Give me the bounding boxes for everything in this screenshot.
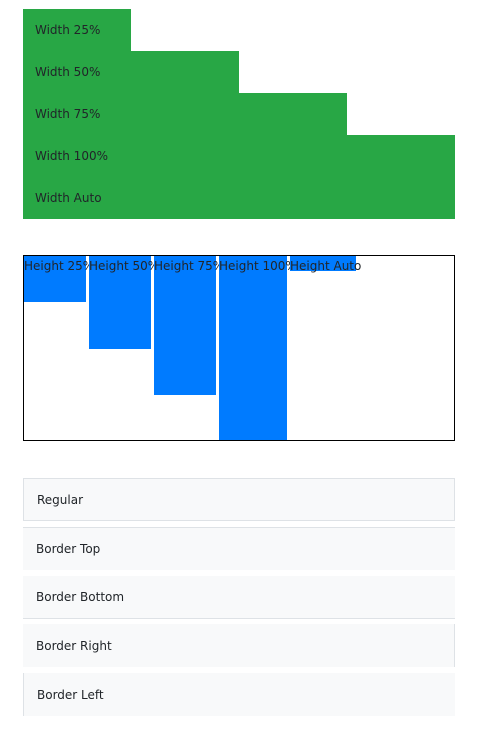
width-25-bar: Width 25%: [23, 9, 131, 51]
width-auto-label: Width Auto: [35, 191, 102, 205]
border-left-item: Border Left: [23, 673, 455, 716]
width-auto-bar: Width Auto: [23, 177, 455, 219]
height-75-label: Height 75%: [154, 259, 225, 273]
height-100-label: Height 100%: [219, 259, 297, 273]
height-demo-section: Height 25% Height 50% Height 75% Height …: [23, 255, 455, 441]
border-regular-item: Regular: [23, 478, 455, 521]
width-25-label: Width 25%: [35, 23, 101, 37]
border-left-label: Border Left: [37, 687, 104, 702]
width-75-bar: Width 75%: [23, 93, 347, 135]
border-top-label: Border Top: [36, 542, 101, 556]
height-50-bar: Height 50%: [89, 256, 159, 349]
border-right-label: Border Right: [36, 638, 112, 653]
width-50-bar: Width 50%: [23, 51, 239, 93]
border-regular-label: Regular: [37, 492, 84, 507]
height-100-bar: Height 100%: [219, 256, 297, 440]
border-right-item: Border Right: [23, 624, 455, 667]
height-auto-bar: Height Auto: [290, 256, 361, 272]
height-75-bar: Height 75%: [154, 256, 224, 395]
border-top-item: Border Top: [23, 527, 455, 570]
height-auto-label: Height Auto: [290, 259, 362, 273]
width-75-label: Width 75%: [35, 107, 101, 121]
border-bottom-label: Border Bottom: [36, 590, 125, 604]
width-100-label: Width 100%: [35, 149, 108, 163]
height-25-bar: Height 25%: [24, 256, 94, 302]
border-bottom-item: Border Bottom: [23, 576, 455, 619]
width-demo-section: Width 25% Width 50% Width 75% Width 100%…: [23, 9, 455, 219]
width-50-label: Width 50%: [35, 65, 101, 79]
height-25-label: Height 25%: [24, 259, 95, 273]
width-100-bar: Width 100%: [23, 135, 455, 177]
height-50-label: Height 50%: [89, 259, 160, 273]
